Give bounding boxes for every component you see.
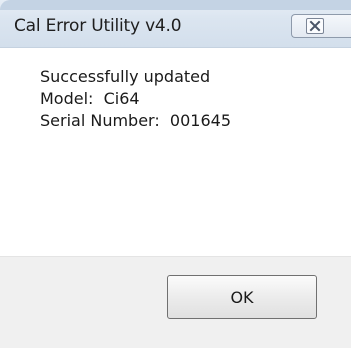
message-line-serial: Serial Number: 001645 bbox=[40, 111, 231, 130]
button-bar: OK bbox=[0, 256, 351, 348]
ok-button[interactable]: OK bbox=[167, 275, 317, 319]
close-button[interactable] bbox=[291, 14, 351, 38]
title-bar[interactable]: Cal Error Utility v4.0 bbox=[0, 0, 351, 48]
window-title: Cal Error Utility v4.0 bbox=[14, 16, 182, 36]
close-icon bbox=[306, 18, 324, 34]
message-text: Successfully updated Model: Ci64 Serial … bbox=[40, 66, 231, 132]
message-line-model: Model: Ci64 bbox=[40, 89, 140, 108]
message-line-status: Successfully updated bbox=[40, 67, 211, 86]
message-dialog: Cal Error Utility v4.0 Successfully upda… bbox=[0, 0, 351, 348]
